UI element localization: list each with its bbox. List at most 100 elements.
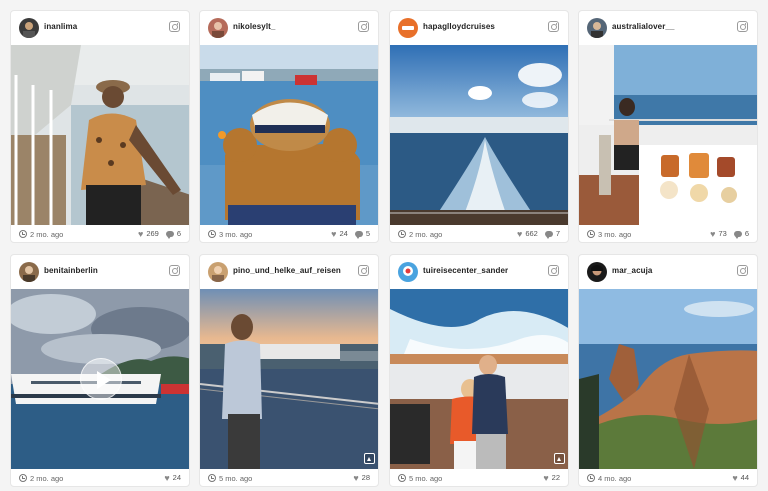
instagram-icon[interactable]: [358, 21, 369, 32]
instagram-icon[interactable]: [737, 265, 748, 276]
username[interactable]: hapaglloydcruises: [423, 22, 495, 31]
post-footer: 5 mo. ago ♥ 22: [390, 469, 568, 486]
gallery-icon: [554, 453, 565, 464]
post-card[interactable]: benitainberlin 2 mo. ago ♥ 24: [10, 254, 190, 487]
post-photo[interactable]: [200, 45, 378, 225]
comment-count: 7: [555, 229, 560, 238]
clock-icon: [587, 474, 595, 482]
avatar[interactable]: [587, 262, 607, 282]
like-count: 24: [339, 229, 348, 238]
heart-icon: ♥: [710, 229, 716, 239]
like-count: 24: [172, 473, 181, 482]
username[interactable]: nikolesylt_: [233, 22, 275, 31]
clock-icon: [398, 230, 406, 238]
clock-icon: [208, 230, 216, 238]
post-header: hapaglloydcruises: [390, 11, 568, 45]
like-count: 73: [718, 229, 727, 238]
clock-icon: [19, 230, 27, 238]
post-stats: ♥ 28: [353, 473, 370, 483]
username[interactable]: benitainberlin: [44, 266, 98, 275]
comment-count: 6: [176, 229, 181, 238]
post-photo[interactable]: [11, 45, 189, 225]
like-count: 22: [551, 473, 560, 482]
instagram-icon[interactable]: [169, 21, 180, 32]
avatar[interactable]: [208, 262, 228, 282]
post-time: 4 mo. ago: [598, 474, 632, 483]
comment-count: 6: [744, 229, 749, 238]
post-card[interactable]: australialover__ 3 mo. ago ♥ 73 6: [578, 10, 758, 243]
clock-icon: [398, 474, 406, 482]
username[interactable]: pino_und_helke_auf_reisen: [233, 266, 341, 275]
comment-icon: [733, 231, 742, 239]
post-time: 5 mo. ago: [219, 474, 253, 483]
heart-icon: ♥: [353, 473, 359, 483]
post-time: 5 mo. ago: [409, 474, 443, 483]
post-header: mar_acuja: [579, 255, 757, 289]
like-count: 269: [146, 229, 159, 238]
post-photo[interactable]: [390, 289, 568, 469]
username[interactable]: australialover__: [612, 22, 675, 31]
avatar[interactable]: [398, 18, 418, 38]
post-footer: 2 mo. ago ♥ 662 7: [390, 225, 568, 242]
play-icon[interactable]: [80, 358, 122, 400]
post-footer: 2 mo. ago ♥ 269 6: [11, 225, 189, 242]
post-card[interactable]: mar_acuja 4 mo. ago ♥ 44: [578, 254, 758, 487]
instagram-icon[interactable]: [737, 21, 748, 32]
post-time: 2 mo. ago: [30, 230, 64, 239]
post-header: australialover__: [579, 11, 757, 45]
heart-icon: ♥: [137, 229, 144, 239]
post-stats: ♥ 269 6: [138, 229, 181, 239]
post-stats: ♥ 24: [164, 473, 181, 483]
heart-icon: ♥: [516, 229, 523, 239]
post-card[interactable]: inanlima 2 mo. ago ♥ 269 6: [10, 10, 190, 243]
post-footer: 2 mo. ago ♥ 24: [11, 469, 189, 486]
comment-count: 5: [365, 229, 370, 238]
avatar[interactable]: [19, 262, 39, 282]
like-count: 44: [740, 473, 749, 482]
post-card[interactable]: hapaglloydcruises 2 mo. ago ♥ 662 7: [389, 10, 569, 243]
clock-icon: [19, 474, 27, 482]
post-card[interactable]: tuireisecenter_sander 5 mo. ago ♥ 22: [389, 254, 569, 487]
post-time: 2 mo. ago: [30, 474, 64, 483]
comment-icon: [165, 231, 174, 239]
post-header: benitainberlin: [11, 255, 189, 289]
instagram-icon[interactable]: [548, 21, 559, 32]
post-header: nikolesylt_: [200, 11, 378, 45]
heart-icon: ♥: [732, 473, 738, 483]
instagram-feed-grid: inanlima 2 mo. ago ♥ 269 6 nikolesylt_ 3…: [10, 10, 760, 488]
post-stats: ♥ 662 7: [517, 229, 560, 239]
username[interactable]: inanlima: [44, 22, 77, 31]
heart-icon: ♥: [543, 473, 549, 483]
avatar[interactable]: [208, 18, 228, 38]
post-footer: 3 mo. ago ♥ 24 5: [200, 225, 378, 242]
comment-icon: [544, 231, 553, 239]
clock-icon: [587, 230, 595, 238]
post-header: tuireisecenter_sander: [390, 255, 568, 289]
clock-icon: [208, 474, 216, 482]
avatar[interactable]: [19, 18, 39, 38]
username[interactable]: tuireisecenter_sander: [423, 266, 508, 275]
post-card[interactable]: nikolesylt_ 3 mo. ago ♥ 24 5: [199, 10, 379, 243]
post-stats: ♥ 44: [732, 473, 749, 483]
post-photo[interactable]: [579, 45, 757, 225]
post-photo[interactable]: [579, 289, 757, 469]
post-header: pino_und_helke_auf_reisen: [200, 255, 378, 289]
like-count: 662: [525, 229, 538, 238]
post-card[interactable]: pino_und_helke_auf_reisen 5 mo. ago ♥ 28: [199, 254, 379, 487]
post-stats: ♥ 24 5: [331, 229, 370, 239]
post-footer: 3 mo. ago ♥ 73 6: [579, 225, 757, 242]
heart-icon: ♥: [331, 229, 337, 239]
username[interactable]: mar_acuja: [612, 266, 652, 275]
instagram-icon[interactable]: [169, 265, 180, 276]
post-photo[interactable]: [200, 289, 378, 469]
post-photo[interactable]: [390, 45, 568, 225]
post-footer: 4 mo. ago ♥ 44: [579, 469, 757, 486]
instagram-icon[interactable]: [548, 265, 559, 276]
post-time: 3 mo. ago: [598, 230, 632, 239]
instagram-icon[interactable]: [358, 265, 369, 276]
avatar[interactable]: [587, 18, 607, 38]
like-count: 28: [361, 473, 370, 482]
avatar[interactable]: [398, 262, 418, 282]
post-photo[interactable]: [11, 289, 189, 469]
post-stats: ♥ 73 6: [710, 229, 749, 239]
